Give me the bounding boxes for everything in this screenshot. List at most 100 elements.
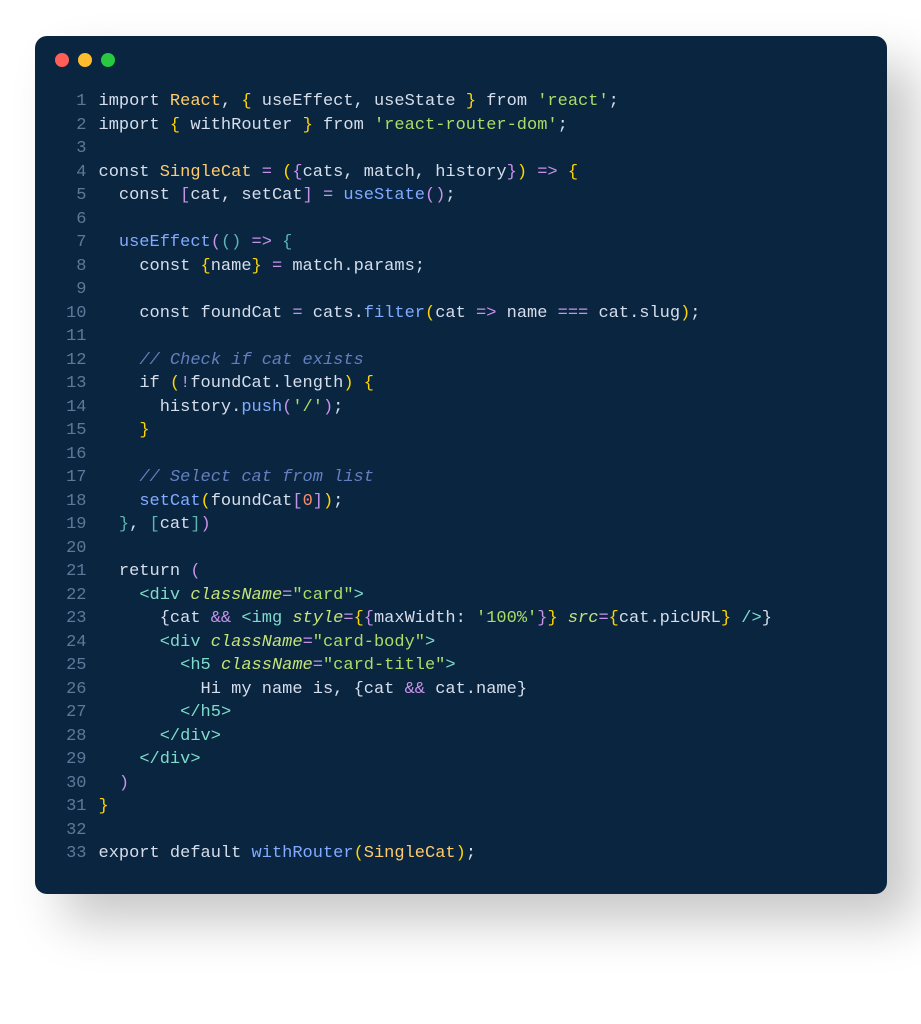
line-number: 33	[35, 842, 99, 866]
code-line: 15 }	[35, 419, 887, 443]
line-content: const SingleCat = ({cats, match, history…	[99, 161, 887, 185]
line-number: 26	[35, 678, 99, 702]
line-content	[99, 819, 887, 843]
line-number: 4	[35, 161, 99, 185]
window-titlebar	[35, 36, 887, 84]
code-line: 2import { withRouter } from 'react-route…	[35, 114, 887, 138]
line-content: setCat(foundCat[0]);	[99, 490, 887, 514]
line-content	[99, 137, 887, 161]
line-content: )	[99, 772, 887, 796]
line-number: 6	[35, 208, 99, 232]
line-number: 24	[35, 631, 99, 655]
line-content: return (	[99, 560, 887, 584]
line-content: </div>	[99, 748, 887, 772]
line-number: 2	[35, 114, 99, 138]
code-line: 11	[35, 325, 887, 349]
line-number: 17	[35, 466, 99, 490]
line-number: 11	[35, 325, 99, 349]
code-line: 6	[35, 208, 887, 232]
code-line: 12 // Check if cat exists	[35, 349, 887, 373]
line-content: // Check if cat exists	[99, 349, 887, 373]
line-number: 30	[35, 772, 99, 796]
line-content: </h5>	[99, 701, 887, 725]
line-number: 27	[35, 701, 99, 725]
code-line: 31}	[35, 795, 887, 819]
code-line: 13 if (!foundCat.length) {	[35, 372, 887, 396]
line-content: </div>	[99, 725, 887, 749]
code-line: 21 return (	[35, 560, 887, 584]
line-number: 31	[35, 795, 99, 819]
code-line: 28 </div>	[35, 725, 887, 749]
code-line: 4const SingleCat = ({cats, match, histor…	[35, 161, 887, 185]
line-content	[99, 325, 887, 349]
code-line: 10 const foundCat = cats.filter(cat => n…	[35, 302, 887, 326]
line-number: 28	[35, 725, 99, 749]
line-number: 3	[35, 137, 99, 161]
code-line: 18 setCat(foundCat[0]);	[35, 490, 887, 514]
line-content: <div className="card-body">	[99, 631, 887, 655]
code-line: 19 }, [cat])	[35, 513, 887, 537]
code-line: 22 <div className="card">	[35, 584, 887, 608]
line-content	[99, 208, 887, 232]
code-line: 16	[35, 443, 887, 467]
line-number: 22	[35, 584, 99, 608]
code-line: 23 {cat && <img style={{maxWidth: '100%'…	[35, 607, 887, 631]
line-content: {cat && <img style={{maxWidth: '100%'}} …	[99, 607, 887, 631]
code-line: 27 </h5>	[35, 701, 887, 725]
line-number: 9	[35, 278, 99, 302]
line-content: }, [cat])	[99, 513, 887, 537]
line-content: const {name} = match.params;	[99, 255, 887, 279]
line-number: 1	[35, 90, 99, 114]
line-content: import { withRouter } from 'react-router…	[99, 114, 887, 138]
line-number: 18	[35, 490, 99, 514]
line-content: Hi my name is, {cat && cat.name}	[99, 678, 887, 702]
line-content: if (!foundCat.length) {	[99, 372, 887, 396]
code-line: 26 Hi my name is, {cat && cat.name}	[35, 678, 887, 702]
code-line: 8 const {name} = match.params;	[35, 255, 887, 279]
code-line: 32	[35, 819, 887, 843]
line-content: <h5 className="card-title">	[99, 654, 887, 678]
code-line: 24 <div className="card-body">	[35, 631, 887, 655]
code-line: 30 )	[35, 772, 887, 796]
line-content: history.push('/');	[99, 396, 887, 420]
line-content: const foundCat = cats.filter(cat => name…	[99, 302, 887, 326]
line-number: 29	[35, 748, 99, 772]
line-number: 14	[35, 396, 99, 420]
line-number: 8	[35, 255, 99, 279]
line-number: 5	[35, 184, 99, 208]
line-content: <div className="card">	[99, 584, 887, 608]
line-content: const [cat, setCat] = useState();	[99, 184, 887, 208]
line-number: 19	[35, 513, 99, 537]
close-dot[interactable]	[55, 53, 69, 67]
line-number: 25	[35, 654, 99, 678]
line-number: 7	[35, 231, 99, 255]
line-content: export default withRouter(SingleCat);	[99, 842, 887, 866]
line-number: 13	[35, 372, 99, 396]
line-number: 16	[35, 443, 99, 467]
minimize-dot[interactable]	[78, 53, 92, 67]
line-content: }	[99, 795, 887, 819]
line-content: // Select cat from list	[99, 466, 887, 490]
code-line: 3	[35, 137, 887, 161]
code-line: 9	[35, 278, 887, 302]
line-number: 23	[35, 607, 99, 631]
line-content	[99, 537, 887, 561]
zoom-dot[interactable]	[101, 53, 115, 67]
code-line: 7 useEffect(() => {	[35, 231, 887, 255]
line-number: 12	[35, 349, 99, 373]
line-number: 21	[35, 560, 99, 584]
line-content: useEffect(() => {	[99, 231, 887, 255]
code-line: 5 const [cat, setCat] = useState();	[35, 184, 887, 208]
code-line: 29 </div>	[35, 748, 887, 772]
code-area: 1import React, { useEffect, useState } f…	[35, 84, 887, 894]
line-content	[99, 278, 887, 302]
code-line: 1import React, { useEffect, useState } f…	[35, 90, 887, 114]
line-number: 20	[35, 537, 99, 561]
line-number: 10	[35, 302, 99, 326]
line-content: }	[99, 419, 887, 443]
code-window: 1import React, { useEffect, useState } f…	[35, 36, 887, 894]
code-line: 14 history.push('/');	[35, 396, 887, 420]
line-number: 32	[35, 819, 99, 843]
line-content	[99, 443, 887, 467]
code-line: 17 // Select cat from list	[35, 466, 887, 490]
